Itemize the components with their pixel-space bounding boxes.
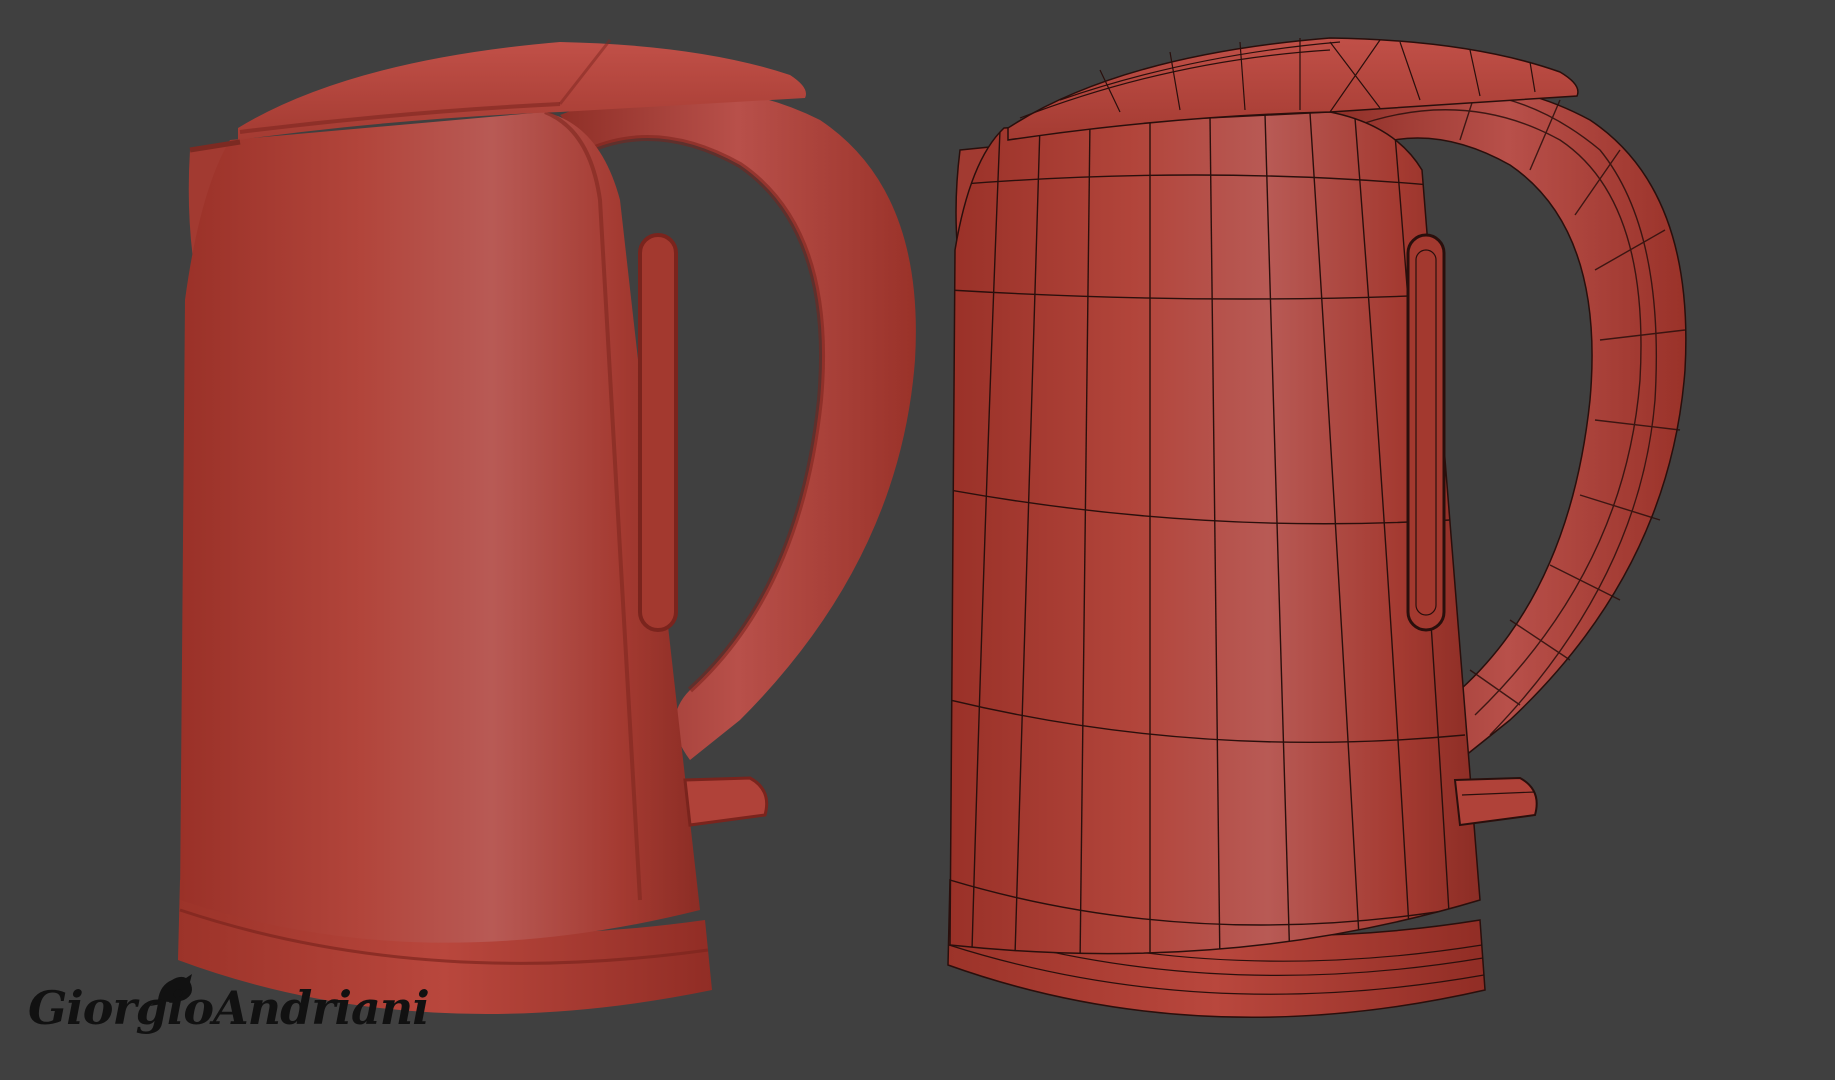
smooth-kettle (178, 39, 916, 1014)
kettle-body (180, 112, 700, 943)
water-level-window (638, 233, 678, 632)
wireframe-kettle (947, 37, 1687, 1019)
render-viewport (150, 37, 1687, 1019)
water-level-window (1406, 233, 1446, 632)
power-switch (1453, 776, 1538, 827)
artist-signature: GiorgioAndriani (28, 981, 430, 1035)
power-switch (683, 776, 769, 827)
